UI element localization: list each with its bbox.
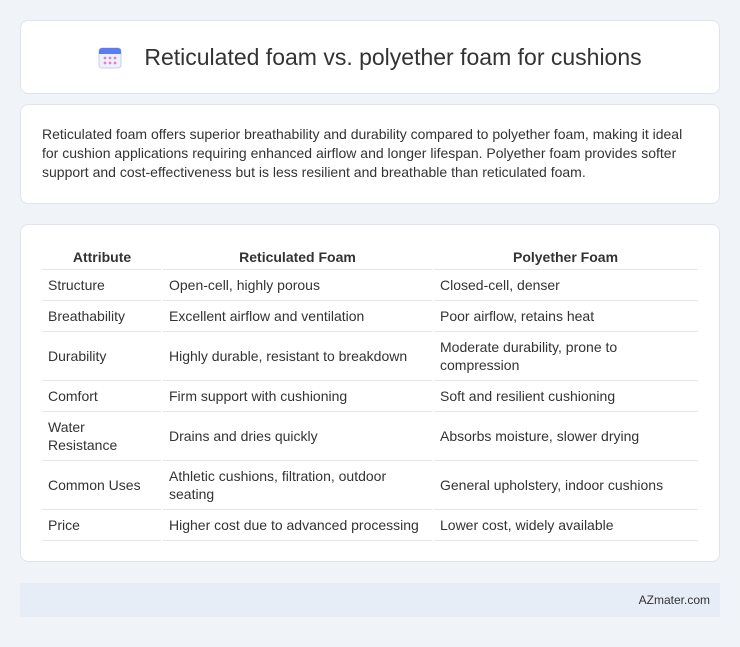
header-polyether-foam: Polyether Foam [433, 245, 698, 270]
title-card: Reticulated foam vs. polyether foam for … [20, 20, 720, 94]
cell-attribute: Price [42, 509, 162, 541]
cell-polyether-foam: General upholstery, indoor cushions [432, 460, 698, 510]
footer-brand: AZmater.com [638, 593, 710, 607]
comparison-table-card: Attribute Reticulated Foam Polyether Foa… [20, 224, 720, 562]
cell-reticulated-foam: Highly durable, resistant to breakdown [161, 331, 433, 381]
summary-card: Reticulated foam offers superior breatha… [20, 104, 720, 204]
cell-attribute: Comfort [42, 380, 162, 412]
summary-text: Reticulated foam offers superior breatha… [42, 126, 683, 180]
table-row: Durability Highly durable, resistant to b… [42, 331, 698, 381]
table-row: Common Uses Athletic cushions, filtration… [42, 460, 698, 510]
cell-reticulated-foam: Excellent airflow and ventilation [161, 300, 433, 332]
header-attribute: Attribute [42, 245, 162, 270]
calendar-icon [98, 45, 122, 69]
header-reticulated-foam: Reticulated Foam [162, 245, 433, 270]
cell-attribute: Structure [42, 269, 162, 301]
cell-attribute: Water Resistance [42, 411, 162, 461]
cell-reticulated-foam: Firm support with cushioning [161, 380, 433, 412]
cell-reticulated-foam: Drains and dries quickly [161, 411, 433, 461]
table-row: Comfort Firm support with cushioning Soft … [42, 380, 698, 412]
table-row: Breathability Excellent airflow and venti… [42, 300, 698, 332]
table-row: Price Higher cost due to advanced process… [42, 509, 698, 541]
cell-attribute: Common Uses [42, 460, 162, 510]
cell-polyether-foam: Absorbs moisture, slower drying [432, 411, 698, 461]
table-header-row: Attribute Reticulated Foam Polyether Foa… [42, 245, 698, 270]
footer: AZmater.com [20, 583, 720, 617]
cell-attribute: Durability [42, 331, 162, 381]
cell-reticulated-foam: Higher cost due to advanced processing [161, 509, 433, 541]
page-title: Reticulated foam vs. polyether foam for … [144, 43, 642, 70]
comparison-table: Attribute Reticulated Foam Polyether Foa… [42, 245, 698, 541]
cell-reticulated-foam: Athletic cushions, filtration, outdoor s… [161, 460, 433, 510]
cell-reticulated-foam: Open-cell, highly porous [161, 269, 433, 301]
cell-polyether-foam: Closed-cell, denser [432, 269, 698, 301]
cell-polyether-foam: Soft and resilient cushioning [432, 380, 698, 412]
cell-attribute: Breathability [42, 300, 162, 332]
cell-polyether-foam: Moderate durability, prone to compressio… [432, 331, 698, 381]
cell-polyether-foam: Lower cost, widely available [432, 509, 698, 541]
table-row: Structure Open-cell, highly porous Closed-… [42, 269, 698, 301]
table-row: Water Resistance Drains and dries quickly… [42, 411, 698, 461]
cell-polyether-foam: Poor airflow, retains heat [432, 300, 698, 332]
